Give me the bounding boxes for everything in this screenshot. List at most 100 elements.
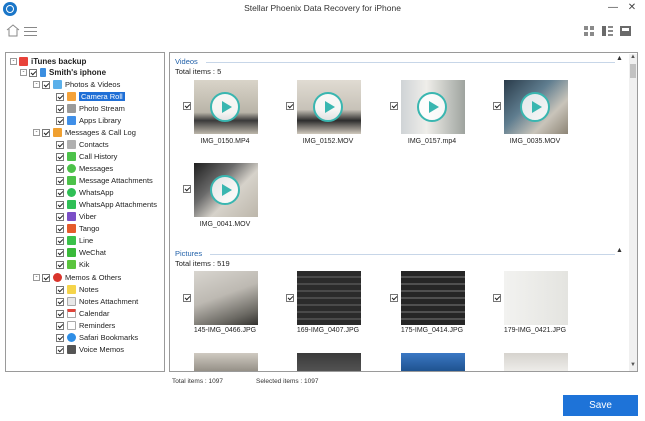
scrollbar[interactable]: ▲ ▼ bbox=[629, 54, 637, 371]
tree-device[interactable]: - Smith's iphone bbox=[20, 67, 106, 78]
group-checkbox[interactable] bbox=[42, 273, 50, 282]
video-checkbox[interactable] bbox=[286, 102, 294, 110]
minimize-icon[interactable]: — bbox=[606, 2, 620, 13]
item-checkbox[interactable] bbox=[56, 321, 64, 330]
tree-item-line[interactable]: Line bbox=[56, 235, 93, 246]
picture-thumbnail[interactable] bbox=[194, 271, 258, 325]
tree-group-photos-videos[interactable]: - Photos & Videos bbox=[33, 79, 120, 90]
tree-item-apps-library[interactable]: Apps Library bbox=[56, 115, 121, 126]
video-checkbox[interactable] bbox=[183, 102, 191, 110]
item-checkbox[interactable] bbox=[56, 92, 64, 101]
scrollbar-thumb[interactable] bbox=[630, 64, 636, 78]
video-checkbox[interactable] bbox=[183, 185, 191, 193]
picture-checkbox[interactable] bbox=[286, 294, 294, 302]
item-checkbox[interactable] bbox=[56, 224, 64, 233]
toolbar bbox=[0, 20, 645, 42]
item-checkbox[interactable] bbox=[56, 248, 64, 257]
item-checkbox[interactable] bbox=[56, 164, 64, 173]
tree-item-voice-memos[interactable]: Voice Memos bbox=[56, 344, 124, 355]
tree-item-calendar[interactable]: Calendar bbox=[56, 308, 109, 319]
collapse-section-icon[interactable]: ▲ bbox=[616, 247, 623, 254]
picture-checkbox[interactable] bbox=[183, 294, 191, 302]
group-checkbox[interactable] bbox=[42, 128, 50, 137]
message-attachment-icon bbox=[67, 176, 76, 185]
item-checkbox[interactable] bbox=[56, 297, 64, 306]
tree-item-notes-attachment[interactable]: Notes Attachment bbox=[56, 296, 138, 307]
home-icon[interactable] bbox=[6, 24, 20, 37]
item-checkbox[interactable] bbox=[56, 212, 64, 221]
video-checkbox[interactable] bbox=[390, 102, 398, 110]
detail-view-icon[interactable] bbox=[602, 26, 613, 36]
tree-root[interactable]: - iTunes backup bbox=[10, 56, 86, 67]
picture-thumbnail[interactable] bbox=[504, 271, 568, 325]
collapse-section-icon[interactable]: ▲ bbox=[616, 55, 623, 62]
tree-item-reminders[interactable]: Reminders bbox=[56, 320, 115, 331]
device-checkbox[interactable] bbox=[29, 68, 37, 77]
item-checkbox[interactable] bbox=[56, 176, 64, 185]
tree-item-message-attachments[interactable]: Message Attachments bbox=[56, 175, 153, 186]
video-checkbox[interactable] bbox=[493, 102, 501, 110]
video-thumbnail[interactable] bbox=[194, 80, 258, 134]
video-thumbnail[interactable] bbox=[504, 80, 568, 134]
tree-item-wechat[interactable]: WeChat bbox=[56, 247, 106, 258]
tree-item-messages[interactable]: Messages bbox=[56, 163, 113, 174]
tree-item-viber[interactable]: Viber bbox=[56, 211, 96, 222]
play-icon bbox=[417, 92, 447, 122]
collapse-icon[interactable]: - bbox=[33, 81, 40, 88]
tree-group-memos-others[interactable]: - Memos & Others bbox=[33, 272, 121, 283]
picture-thumbnail[interactable] bbox=[297, 353, 361, 371]
picture-checkbox[interactable] bbox=[390, 294, 398, 302]
collapse-icon[interactable]: - bbox=[33, 129, 40, 136]
item-checkbox[interactable] bbox=[56, 260, 64, 269]
video-thumbnail[interactable] bbox=[401, 80, 465, 134]
whatsapp-icon bbox=[67, 188, 76, 197]
wechat-icon bbox=[67, 248, 76, 257]
tree-item-notes[interactable]: Notes bbox=[56, 284, 99, 295]
iphone-icon bbox=[40, 68, 46, 77]
item-checkbox[interactable] bbox=[56, 152, 64, 161]
close-icon[interactable]: ✕ bbox=[625, 2, 639, 13]
item-label: Message Attachments bbox=[79, 176, 153, 185]
picture-thumbnail[interactable] bbox=[194, 353, 258, 371]
scroll-up-icon[interactable]: ▲ bbox=[629, 54, 637, 62]
tree-item-call-history[interactable]: Call History bbox=[56, 151, 117, 162]
collapse-icon[interactable]: - bbox=[33, 274, 40, 281]
tree-item-tango[interactable]: Tango bbox=[56, 223, 99, 234]
tree-item-safari-bookmarks[interactable]: Safari Bookmarks bbox=[56, 332, 138, 343]
scroll-down-icon[interactable]: ▼ bbox=[629, 362, 637, 370]
item-checkbox[interactable] bbox=[56, 140, 64, 149]
menu-icon[interactable] bbox=[24, 27, 37, 36]
item-checkbox[interactable] bbox=[56, 309, 64, 318]
item-checkbox[interactable] bbox=[56, 236, 64, 245]
video-thumbnail[interactable] bbox=[194, 163, 258, 217]
tree-group-messages-call-log[interactable]: - Messages & Call Log bbox=[33, 127, 136, 138]
item-label: Kik bbox=[79, 260, 90, 269]
video-thumbnail[interactable] bbox=[297, 80, 361, 134]
group-label: Memos & Others bbox=[65, 273, 122, 282]
grid-view-icon[interactable] bbox=[584, 26, 595, 36]
item-checkbox[interactable] bbox=[56, 188, 64, 197]
picture-checkbox[interactable] bbox=[493, 294, 501, 302]
tree-item-kik[interactable]: Kik bbox=[56, 259, 89, 270]
item-checkbox[interactable] bbox=[56, 285, 64, 294]
collapse-icon[interactable]: - bbox=[10, 58, 17, 65]
picture-thumbnail[interactable] bbox=[504, 353, 568, 371]
item-checkbox[interactable] bbox=[56, 104, 64, 113]
tree-item-photo-stream[interactable]: Photo Stream bbox=[56, 103, 125, 114]
collapse-icon[interactable]: - bbox=[20, 69, 27, 76]
camera-roll-icon bbox=[67, 92, 76, 101]
item-checkbox[interactable] bbox=[56, 116, 64, 125]
picture-thumbnail[interactable] bbox=[401, 271, 465, 325]
item-checkbox[interactable] bbox=[56, 345, 64, 354]
item-checkbox[interactable] bbox=[56, 200, 64, 209]
tree-item-contacts[interactable]: Contacts bbox=[56, 139, 109, 150]
save-button[interactable]: Save bbox=[563, 395, 638, 416]
picture-thumbnail[interactable] bbox=[297, 271, 361, 325]
group-checkbox[interactable] bbox=[42, 80, 50, 89]
picture-thumbnail[interactable] bbox=[401, 353, 465, 371]
tree-item-whatsapp-attachments[interactable]: WhatsApp Attachments bbox=[56, 199, 157, 210]
tree-item-camera-roll[interactable]: Camera Roll bbox=[56, 91, 125, 102]
preview-view-icon[interactable] bbox=[620, 26, 631, 36]
item-checkbox[interactable] bbox=[56, 333, 64, 342]
tree-item-whatsapp[interactable]: WhatsApp bbox=[56, 187, 114, 198]
